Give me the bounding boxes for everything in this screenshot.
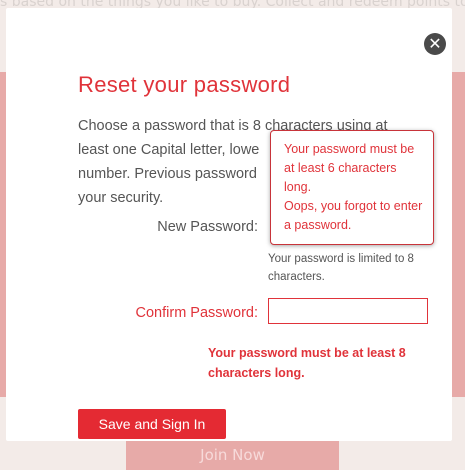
close-icon[interactable]: ✕ — [424, 33, 446, 55]
new-password-error-tooltip: Your password must be at least 6 charact… — [270, 130, 434, 245]
modal-title: Reset your password — [78, 72, 291, 97]
new-password-hint: Your password is limited to 8 characters… — [268, 253, 414, 283]
confirm-password-input[interactable] — [268, 298, 428, 324]
reset-password-modal: ✕ Reset your password Choose a password … — [6, 8, 452, 441]
description-line: your security. — [78, 190, 164, 206]
save-and-sign-in-button[interactable]: Save and Sign In — [78, 409, 226, 439]
new-password-label: New Password: — [157, 219, 258, 235]
description-line: least one Capital letter, lowe — [78, 142, 260, 158]
confirm-password-error: Your password must be at least 8 charact… — [208, 346, 406, 380]
tooltip-empty-message: Oops, you forgot to enter a password. — [284, 199, 423, 232]
tooltip-min-length-message: Your password must be at least 6 charact… — [284, 142, 415, 194]
description-line: number. Previous password — [78, 166, 257, 182]
confirm-password-label: Confirm Password: — [135, 305, 258, 321]
